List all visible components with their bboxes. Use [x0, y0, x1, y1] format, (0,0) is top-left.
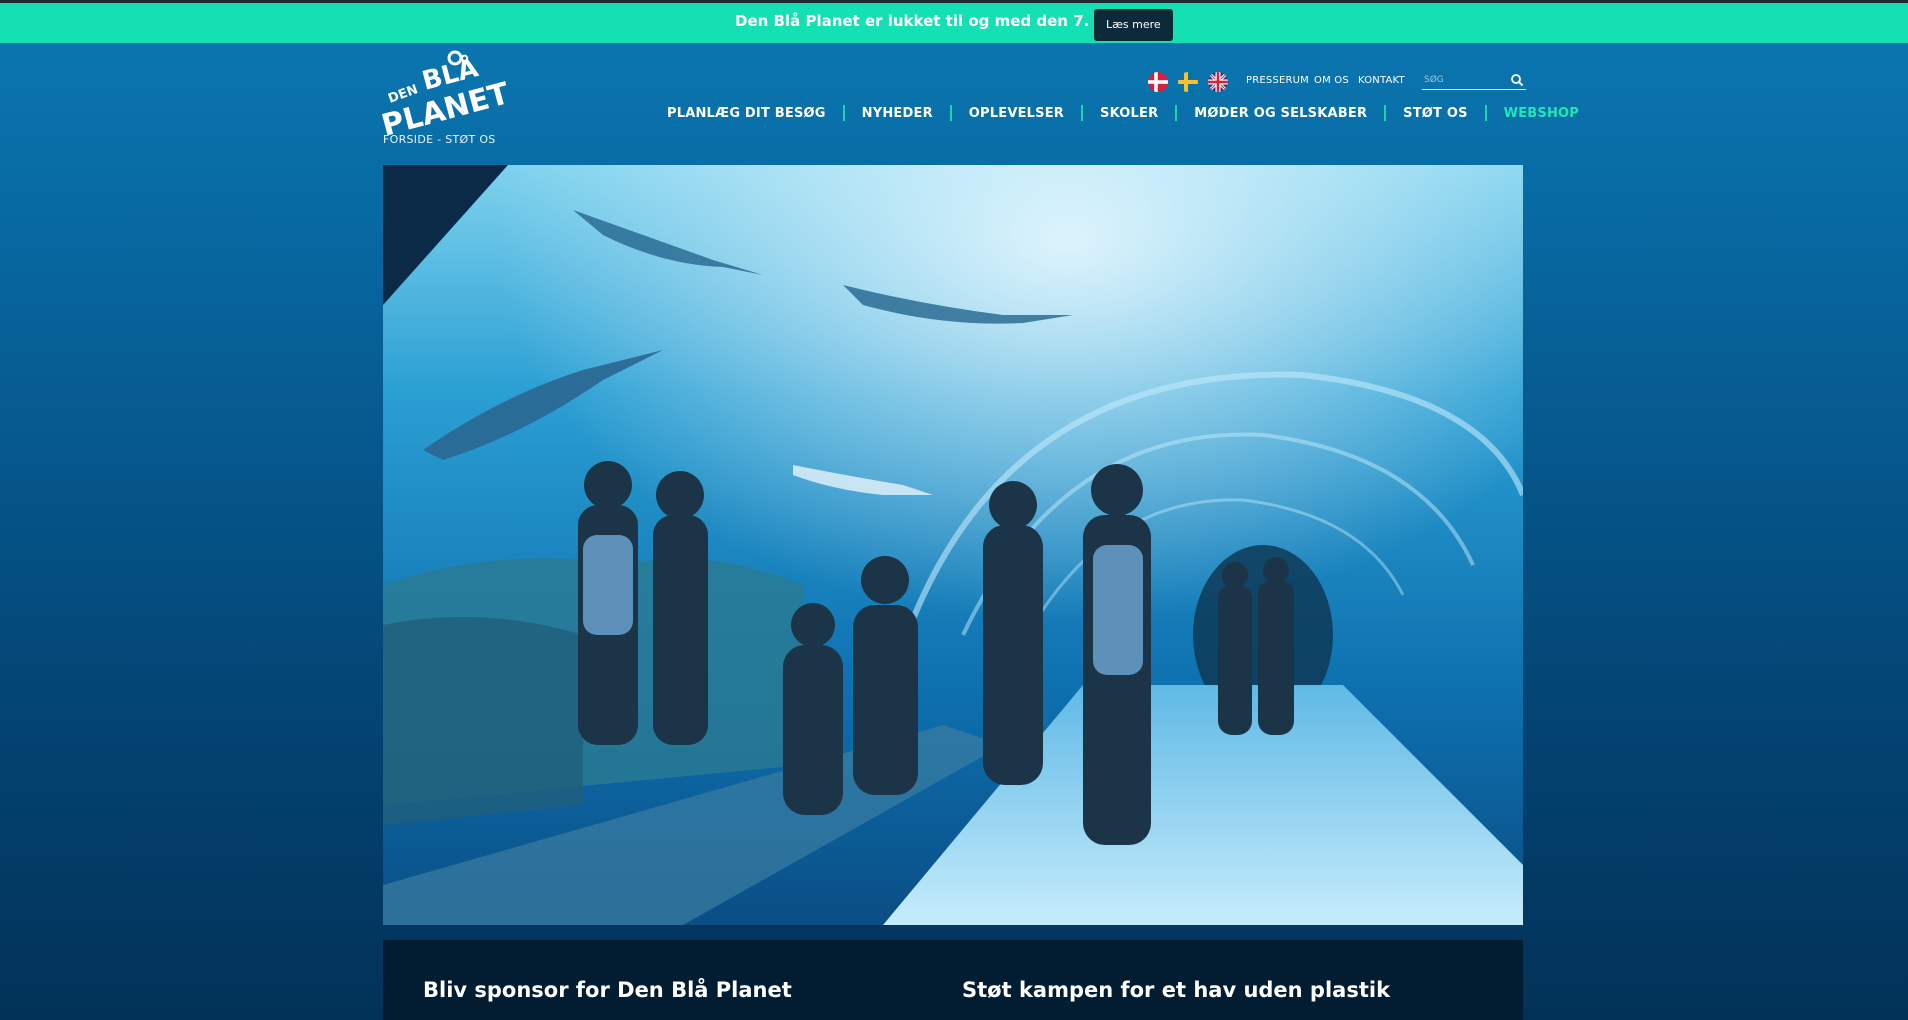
hero-image [383, 165, 1523, 925]
nav-experiences[interactable]: OPLEVELSER [952, 106, 1081, 121]
contact-link[interactable]: KONTAKT [1358, 75, 1405, 86]
swedish-flag-icon[interactable] [1178, 72, 1198, 92]
uk-flag-icon[interactable] [1208, 72, 1228, 92]
pressroom-link[interactable]: PRESSERUM [1246, 75, 1309, 86]
nav-webshop[interactable]: WEBSHOP [1487, 106, 1596, 121]
plastic-heading[interactable]: Støt kampen for et hav uden plastik [962, 978, 1390, 1002]
search-icon[interactable] [1510, 73, 1524, 87]
announcement-text: Den Blå Planet er lukket til og med den … [735, 12, 1127, 30]
nav-schools[interactable]: SKOLER [1083, 106, 1175, 121]
danish-flag-icon[interactable] [1148, 72, 1168, 92]
about-link[interactable]: OM OS [1314, 75, 1349, 86]
announcement-bar: Den Blå Planet er lukket til og med den … [0, 3, 1908, 43]
sponsor-heading[interactable]: Bliv sponsor for Den Blå Planet [423, 978, 792, 1002]
main-navigation: PLANLÆG DIT BESØG NYHEDER OPLEVELSER SKO… [650, 101, 1596, 125]
read-more-button[interactable]: Læs mere [1094, 9, 1173, 41]
nav-news[interactable]: NYHEDER [845, 106, 950, 121]
nav-plan-visit[interactable]: PLANLÆG DIT BESØG [650, 106, 843, 121]
nav-support-us[interactable]: STØT OS [1386, 106, 1485, 121]
breadcrumb: FORSIDE - STØT OS [383, 133, 496, 146]
aquarium-tunnel-image [383, 165, 1523, 925]
nav-meetings[interactable]: MØDER OG SELSKABER [1177, 106, 1384, 121]
sponsor-panel: Bliv sponsor for Den Blå Planet Støt kam… [383, 940, 1523, 1020]
